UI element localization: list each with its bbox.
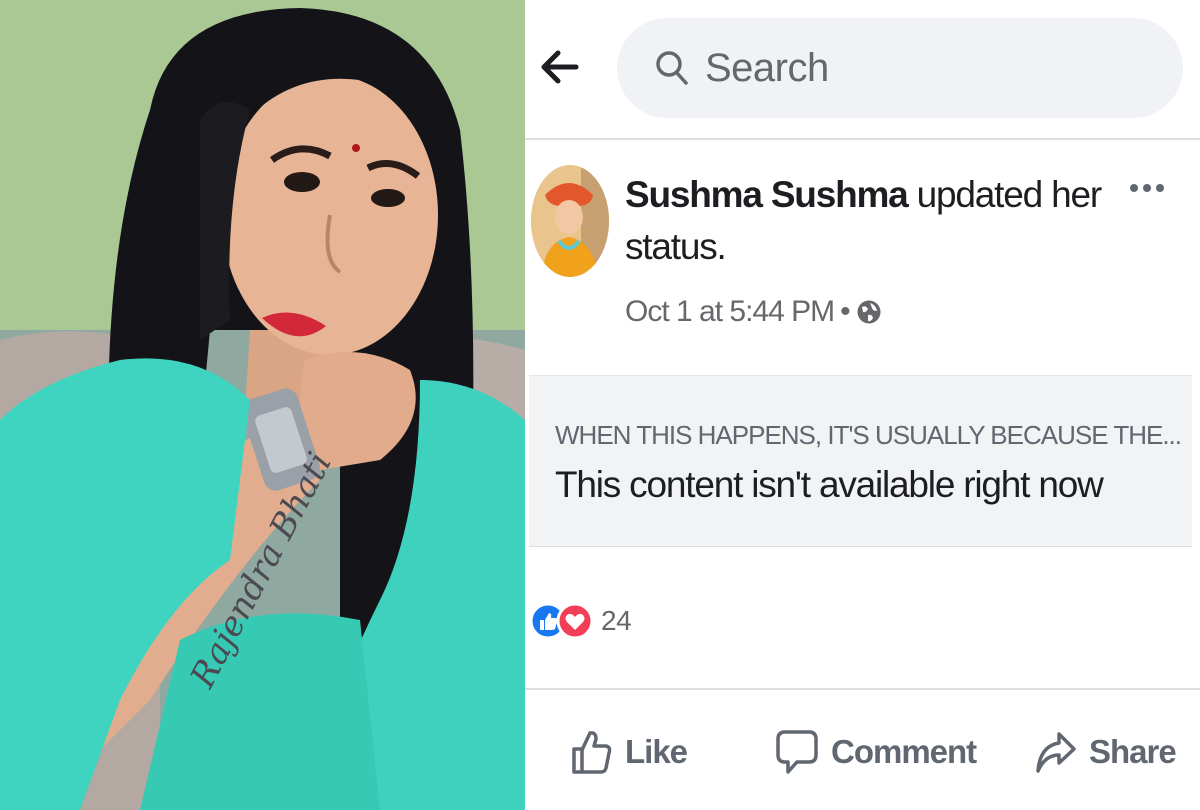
facebook-post-panel: Sushma Sushma updated her status. Oct 1 … xyxy=(525,0,1200,810)
profile-photo: Rajendra Bhati xyxy=(0,0,525,810)
share-arrow-icon xyxy=(1036,732,1076,773)
woman-portrait-illustration: Rajendra Bhati xyxy=(0,0,525,810)
search-bar[interactable] xyxy=(617,18,1183,118)
thumbs-up-icon xyxy=(572,731,612,774)
more-options-button[interactable] xyxy=(1125,173,1169,203)
search-input[interactable] xyxy=(705,45,1125,91)
back-arrow-icon xyxy=(541,50,579,84)
reactions-summary[interactable]: 24 xyxy=(529,598,632,644)
globe-icon xyxy=(857,300,881,324)
top-bar xyxy=(525,0,1200,140)
comment-button[interactable]: Comment xyxy=(775,722,977,782)
post-action-bar: Like Comment Share xyxy=(525,688,1200,810)
post-timestamp[interactable]: Oct 1 at 5:44 PM xyxy=(625,295,835,329)
post-header: Sushma Sushma updated her status. Oct 1 … xyxy=(525,145,1200,370)
avatar-image xyxy=(531,165,609,277)
author-name-link[interactable]: Sushma Sushma xyxy=(625,174,909,215)
unavailable-title: This content isn't available right now xyxy=(555,464,1104,505)
post-author-line: Sushma Sushma updated her status. xyxy=(625,169,1145,273)
search-icon xyxy=(656,51,688,85)
post-meta: Oct 1 at 5:44 PM • xyxy=(625,295,882,329)
back-button[interactable] xyxy=(537,44,583,90)
meta-separator: • xyxy=(840,295,850,328)
comment-label: Comment xyxy=(831,733,977,770)
like-button[interactable]: Like xyxy=(571,722,688,782)
reaction-icons xyxy=(529,602,594,640)
reaction-count: 24 xyxy=(601,605,632,636)
more-dots-icon xyxy=(1130,184,1164,192)
share-button[interactable]: Share xyxy=(1035,722,1177,782)
love-reaction-icon xyxy=(556,602,594,640)
comment-bubble-icon xyxy=(776,730,818,774)
like-label: Like xyxy=(625,733,688,770)
share-label: Share xyxy=(1089,733,1177,770)
unavailable-content-card[interactable]: WHEN THIS HAPPENS, IT'S USUALLY BECAUSE … xyxy=(529,375,1192,547)
avatar[interactable] xyxy=(531,165,609,277)
unavailable-kicker: WHEN THIS HAPPENS, IT'S USUALLY BECAUSE … xyxy=(555,420,1182,450)
